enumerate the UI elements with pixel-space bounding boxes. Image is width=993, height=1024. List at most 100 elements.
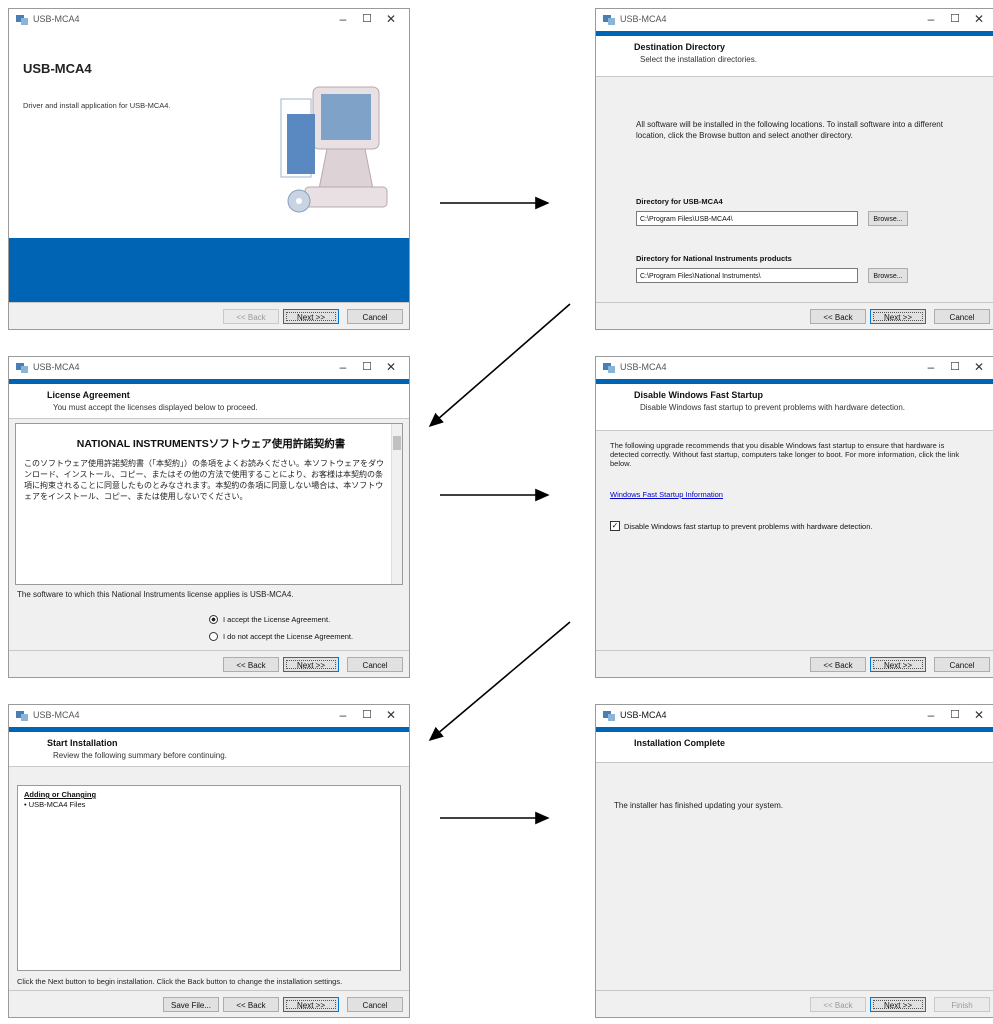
save-file-button[interactable]: Save File... [163,997,219,1012]
license-doc-body: このソフトウェア使用許諾契約書（「本契約」）の条項をよくお読みください。本ソフト… [24,459,384,501]
button-bar: << Back Next >> Cancel [9,650,409,677]
summary-heading: Adding or Changing [24,790,97,799]
close-button[interactable]: ✕ [971,12,987,26]
maximize-button[interactable]: ☐ [359,12,375,25]
next-button[interactable]: Next >> [870,657,926,672]
title-bar: USB-MCA4 – ☐ ✕ [596,9,993,31]
back-button[interactable]: << Back [810,997,866,1012]
window-title: USB-MCA4 [33,710,80,720]
close-button[interactable]: ✕ [971,360,987,374]
maximize-button[interactable]: ☐ [947,708,963,721]
button-bar: Save File... << Back Next >> Cancel [9,990,409,1017]
title-bar: USB-MCA4 – ☐ ✕ [596,357,993,379]
license-applies-text: The software to which this National Inst… [17,590,294,599]
cancel-button[interactable]: Cancel [347,309,403,324]
minimize-button[interactable]: – [335,708,351,722]
radio-unselected-icon [209,632,218,641]
window-title: USB-MCA4 [33,362,80,372]
intro-text: All software will be installed in the fo… [636,120,943,140]
maximize-button[interactable]: ☐ [359,708,375,721]
close-button[interactable]: ✕ [383,360,399,374]
close-button[interactable]: ✕ [383,12,399,26]
installer-icon [603,363,615,373]
dir1-field[interactable]: C:\Program Files\USB-MCA4\ [636,211,858,226]
window-fast-startup: USB-MCA4 – ☐ ✕ Disable Windows Fast Star… [595,356,993,678]
button-bar: << Back Next >> Cancel [596,650,993,677]
radio-selected-icon [209,615,218,624]
window-destination: USB-MCA4 – ☐ ✕ Destination Directory Sel… [595,8,993,330]
button-bar: << Back Next >> Cancel [596,302,993,329]
title-bar: USB-MCA4 – ☐ ✕ [9,705,409,727]
page-header: License Agreement You must accept the li… [9,384,409,419]
start-instructions: Click the Next button to begin installat… [17,977,343,986]
minimize-button[interactable]: – [923,12,939,26]
window-title: USB-MCA4 [620,710,667,720]
installer-icon [16,711,28,721]
license-text-box[interactable]: NATIONAL INSTRUMENTSソフトウェア使用許諾契約書 このソフトウ… [15,423,403,585]
installer-icon [16,15,28,25]
fast-startup-body: The following upgrade recommends that yo… [610,441,960,468]
page-header: Installation Complete [596,732,993,763]
maximize-button[interactable]: ☐ [947,12,963,25]
maximize-button[interactable]: ☐ [359,360,375,373]
installer-icon [603,15,615,25]
welcome-text: Driver and install application for USB-M… [23,101,171,110]
summary-box[interactable]: Adding or Changing • USB-MCA4 Files [17,785,401,971]
accept-radio[interactable]: I accept the License Agreement. [209,615,330,624]
cancel-button[interactable]: Cancel [934,309,990,324]
dir2-label: Directory for National Instruments produ… [636,254,792,263]
dir1-label: Directory for USB-MCA4 [636,197,723,206]
window-welcome: USB-MCA4 – ☐ ✕ USB-MCA4 Driver and insta… [8,8,410,330]
title-bar: USB-MCA4 – ☐ ✕ [596,705,993,727]
page-title: License Agreement [47,390,130,400]
dir2-field[interactable]: C:\Program Files\National Instruments\ [636,268,858,283]
brand-band-blue [9,238,409,305]
decline-radio[interactable]: I do not accept the License Agreement. [209,632,353,641]
minimize-button[interactable]: – [335,12,351,26]
accept-label: I accept the License Agreement. [223,615,331,624]
back-button[interactable]: << Back [810,309,866,324]
cancel-button[interactable]: Cancel [347,657,403,672]
page-subtitle: Disable Windows fast startup to prevent … [640,403,906,412]
page-header: Disable Windows Fast Startup Disable Win… [596,384,993,431]
page-header: Start Installation Review the following … [9,732,409,767]
installer-icon [16,363,28,373]
cancel-button[interactable]: Cancel [347,997,403,1012]
license-doc-title: NATIONAL INSTRUMENTSソフトウェア使用許諾契約書 [76,438,346,450]
back-button[interactable]: << Back [810,657,866,672]
next-button[interactable]: Next >> [870,309,926,324]
cancel-button[interactable]: Cancel [934,657,990,672]
back-button[interactable]: << Back [223,997,279,1012]
next-button[interactable]: Next >> [283,309,339,324]
next-button[interactable]: Next >> [870,997,926,1012]
page-title: Destination Directory [634,42,726,52]
title-bar: USB-MCA4 – ☐ ✕ [9,357,409,379]
fast-startup-info-link[interactable]: Windows Fast Startup Information [610,490,723,499]
scrollbar-thumb[interactable] [393,436,401,450]
page-subtitle: You must accept the licenses displayed b… [53,403,258,412]
arrow-diag-1 [428,303,571,428]
minimize-button[interactable]: – [923,360,939,374]
dir2-browse-button[interactable]: Browse... [868,268,908,283]
complete-message: The installer has finished updating your… [614,801,783,810]
page-subtitle: Select the installation directories. [640,55,757,64]
back-button[interactable]: << Back [223,657,279,672]
close-button[interactable]: ✕ [971,708,987,722]
finish-button[interactable]: Finish [934,997,990,1012]
checkbox-label: Disable Windows fast startup to prevent … [624,521,873,531]
back-button[interactable]: << Back [223,309,279,324]
next-button[interactable]: Next >> [283,657,339,672]
button-bar: << Back Next >> Cancel [9,302,409,329]
license-scrollbar[interactable] [391,424,402,584]
minimize-button[interactable]: – [923,708,939,722]
button-bar: << Back Next >> Finish [596,990,993,1017]
dir1-browse-button[interactable]: Browse... [868,211,908,226]
close-button[interactable]: ✕ [383,708,399,722]
minimize-button[interactable]: – [335,360,351,374]
next-button[interactable]: Next >> [283,997,339,1012]
window-license: USB-MCA4 – ☐ ✕ License Agreement You mus… [8,356,410,678]
window-title: USB-MCA4 [620,362,667,372]
disable-fast-startup-checkbox[interactable]: ✓ Disable Windows fast startup to preven… [610,521,872,531]
summary-item: • USB-MCA4 Files [24,800,86,809]
maximize-button[interactable]: ☐ [947,360,963,373]
